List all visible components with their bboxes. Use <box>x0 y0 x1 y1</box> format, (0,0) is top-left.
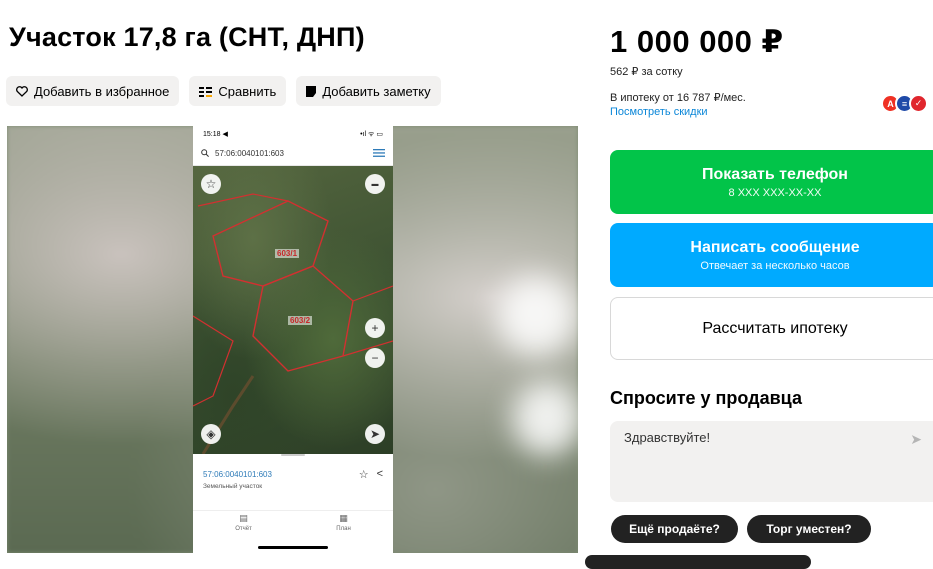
tab-report-label: Отчёт <box>235 526 252 532</box>
photo-gallery[interactable]: 15:18 ◀ •ıl ᯤ ▭ 57:06:0040101:603 603/1 … <box>7 126 578 553</box>
search-icon <box>201 148 209 159</box>
quick-question-chip[interactable]: Торг уместен? <box>747 515 871 543</box>
quick-question-chip[interactable]: Ещё продаёте? <box>611 515 738 543</box>
menu-icon <box>373 148 385 159</box>
plan-icon: ▦ <box>339 513 348 523</box>
phone-mask: 8 XXX XXX-XX-XX <box>728 186 822 199</box>
share-icon: < <box>376 468 383 480</box>
listing-actions: Добавить в избранное Сравнить Добавить з… <box>6 76 441 106</box>
bank-logos: А ≡ ✓ <box>881 94 928 113</box>
heart-icon <box>16 85 28 97</box>
home-indicator <box>258 546 328 549</box>
compare-icon <box>199 86 213 97</box>
note-label: Добавить заметку <box>322 83 431 99</box>
map-favorite-icon: ☆ <box>201 174 221 194</box>
show-phone-button[interactable]: Показать телефон 8 XXX XXX-XX-XX <box>610 150 933 214</box>
send-icon[interactable]: ➤ <box>910 431 922 448</box>
bank-logo-third: ✓ <box>909 94 928 113</box>
parcel-type: Земельный участок <box>203 483 263 490</box>
parcel-card-tools: ☆ < <box>359 468 383 481</box>
compare-button[interactable]: Сравнить <box>189 76 287 106</box>
map-layers-toggle-icon: ▬ <box>365 174 385 194</box>
tab-plan-label: План <box>336 526 351 532</box>
report-icon: ▤ <box>239 513 248 523</box>
add-to-favorites-button[interactable]: Добавить в избранное <box>6 76 180 106</box>
response-time: Отвечает за несколько часов <box>700 259 850 272</box>
parcel-label-2: 603/2 <box>288 316 313 325</box>
phone-bottom-tabs: ▤ Отчёт ▦ План <box>193 510 393 550</box>
parcel-boundaries <box>193 193 393 454</box>
discounts-link[interactable]: Посмотреть скидки <box>610 105 746 119</box>
compare-label: Сравнить <box>218 83 277 99</box>
gallery-blur-highlight <box>512 381 578 456</box>
star-icon: ☆ <box>358 469 369 481</box>
listing-title: Участок 17,8 га (СНТ, ДНП) <box>9 22 365 52</box>
zoom-in-icon: + <box>365 318 385 338</box>
phone-status-icons: •ıl ᯤ ▭ <box>360 130 383 138</box>
quick-question-chip-partial[interactable] <box>585 555 811 569</box>
listing-price: 1 000 000 ₽ <box>610 24 784 59</box>
tab-report: ▤ Отчёт <box>235 513 252 550</box>
parcel-label-1: 603/1 <box>275 249 300 258</box>
ask-seller-title: Спросите у продавца <box>610 388 802 408</box>
cadastral-query: 57:06:0040101:603 <box>215 149 284 158</box>
layers-icon: ◈ <box>201 424 221 444</box>
zoom-out-icon: − <box>365 348 385 368</box>
listing-photo: 15:18 ◀ •ıl ᯤ ▭ 57:06:0040101:603 603/1 … <box>193 126 393 553</box>
drag-handle <box>281 454 305 456</box>
phone-time: 15:18 ◀ <box>203 131 228 138</box>
add-note-button[interactable]: Добавить заметку <box>296 76 441 106</box>
listing-page: Участок 17,8 га (СНТ, ДНП) Добавить в из… <box>0 0 933 569</box>
parcel-card: 57:06:0040101:603 Земельный участок ☆ < <box>193 454 393 510</box>
parcel-number: 57:06:0040101:603 <box>203 470 272 479</box>
map-search-bar: 57:06:0040101:603 <box>193 142 393 166</box>
write-message-label: Написать сообщение <box>690 238 860 256</box>
write-message-button[interactable]: Написать сообщение Отвечает за несколько… <box>610 223 933 287</box>
tab-plan: ▦ План <box>336 513 350 550</box>
gallery-blur-highlight <box>497 276 577 356</box>
mortgage-info: В ипотеку от 16 787 ₽/мес. Посмотреть ск… <box>610 91 746 119</box>
calculate-mortgage-label: Рассчитать ипотеку <box>702 319 848 337</box>
satellite-map: 603/1 603/2 ☆ ▬ + − ◈ ➤ <box>193 166 393 454</box>
mortgage-text: В ипотеку от 16 787 ₽/мес. <box>610 92 746 104</box>
calculate-mortgage-button[interactable]: Рассчитать ипотеку <box>610 297 933 360</box>
note-icon <box>306 85 317 97</box>
seller-message-text: Здравствуйте! <box>624 430 711 445</box>
price-per-sotka: 562 ₽ за сотку <box>610 66 683 78</box>
favorite-label: Добавить в избранное <box>34 83 170 99</box>
show-phone-label: Показать телефон <box>702 165 848 183</box>
locate-icon: ➤ <box>365 424 385 444</box>
phone-status-bar: 15:18 ◀ •ıl ᯤ ▭ <box>193 126 393 142</box>
seller-message-input[interactable]: Здравствуйте! ➤ <box>610 421 933 502</box>
